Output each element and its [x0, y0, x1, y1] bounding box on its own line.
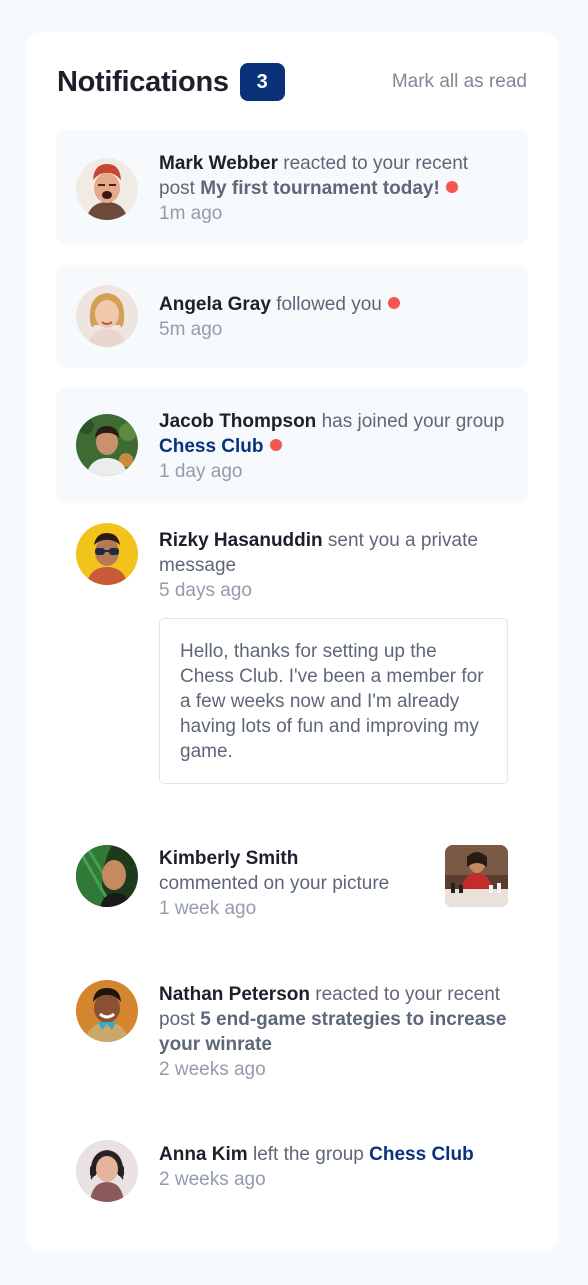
notification-post-link[interactable]: 5 end-game strategies to increase your w… [159, 1009, 506, 1055]
notification-item[interactable]: Mark Webber reacted to your recent post … [56, 130, 528, 245]
notification-item[interactable]: Kimberly Smith commented on your picture… [56, 827, 528, 919]
notification-time: 2 weeks ago [159, 1059, 266, 1080]
notification-item[interactable]: Angela Gray followed you 5m ago [56, 265, 528, 368]
avatar[interactable] [76, 523, 138, 585]
notification-body: Jacob Thompson has joined your group Che… [159, 409, 508, 484]
notification-item[interactable]: Rizky Hasanuddin sent you a private mess… [56, 507, 528, 601]
avatar-nathan-peterson-icon [76, 980, 138, 1042]
notification-user-name[interactable]: Anna Kim [159, 1144, 248, 1165]
notification-group-link[interactable]: Chess Club [369, 1144, 474, 1165]
notification-user-name[interactable]: Nathan Peterson [159, 984, 310, 1005]
notification-action-text: left the group [247, 1144, 370, 1165]
unread-indicator [445, 181, 458, 193]
notification-time: 2 weeks ago [159, 1169, 266, 1190]
avatar-angela-gray-icon [76, 285, 138, 347]
notification-user-name[interactable]: Rizky Hasanuddin [159, 530, 323, 551]
page-title: Notifications [57, 65, 229, 98]
avatar-anna-kim-icon [76, 1140, 138, 1202]
notification-user-name[interactable]: Kimberly Smith [159, 848, 298, 869]
avatar[interactable] [76, 980, 138, 1042]
notification-group-link[interactable]: Chess Club [159, 436, 264, 457]
notification-item[interactable]: Anna Kim left the group Chess Club 2 wee… [56, 1122, 528, 1212]
notification-action-text: followed you [270, 294, 382, 315]
notification-user-name[interactable]: Mark Webber [159, 153, 278, 174]
unread-indicator [269, 439, 282, 451]
avatar-mark-webber-icon [76, 158, 138, 220]
avatar[interactable] [76, 845, 138, 907]
notification-time: 5 days ago [159, 580, 252, 601]
notification-body: Rizky Hasanuddin sent you a private mess… [159, 528, 508, 603]
notification-user-name[interactable]: Angela Gray [159, 294, 271, 315]
notification-action-text: has joined your group [316, 411, 505, 432]
avatar-rizky-hasanuddin-icon [76, 523, 138, 585]
commented-picture-thumbnail[interactable] [445, 845, 508, 907]
private-message-preview[interactable]: Hello, thanks for setting up the Chess C… [159, 618, 508, 784]
notification-body: Mark Webber reacted to your recent post … [159, 151, 508, 226]
notification-item[interactable]: Jacob Thompson has joined your group Che… [56, 388, 528, 503]
notification-body: Kimberly Smith commented on your picture… [159, 846, 428, 921]
notification-time: 1 week ago [159, 898, 257, 919]
notification-post-link[interactable]: My first tournament today! [200, 178, 440, 199]
notification-time: 5m ago [159, 319, 223, 340]
unread-count-badge: 3 [239, 63, 285, 101]
mark-all-read-button[interactable]: Mark all as read [392, 71, 527, 93]
notification-body: Anna Kim left the group Chess Club 2 wee… [159, 1142, 508, 1192]
chess-picture-icon [445, 845, 508, 907]
notification-item[interactable]: Nathan Peterson reacted to your recent p… [56, 962, 528, 1080]
notification-action-text: commented on your picture [159, 873, 390, 894]
notification-time: 1m ago [159, 203, 223, 224]
avatar-jacob-thompson-icon [76, 414, 138, 476]
notification-body: Angela Gray followed you 5m ago [159, 292, 508, 342]
notification-user-name[interactable]: Jacob Thompson [159, 411, 316, 432]
notification-time: 1 day ago [159, 461, 243, 482]
avatar-kimberly-smith-icon [76, 845, 138, 907]
notification-body: Nathan Peterson reacted to your recent p… [159, 982, 508, 1082]
unread-indicator [387, 297, 400, 309]
notifications-card: Notifications 3 Mark all as read Mark We… [26, 32, 558, 1251]
notifications-header: Notifications 3 Mark all as read [57, 62, 527, 102]
avatar[interactable] [76, 158, 138, 220]
avatar[interactable] [76, 1140, 138, 1202]
avatar[interactable] [76, 414, 138, 476]
avatar[interactable] [76, 285, 138, 347]
